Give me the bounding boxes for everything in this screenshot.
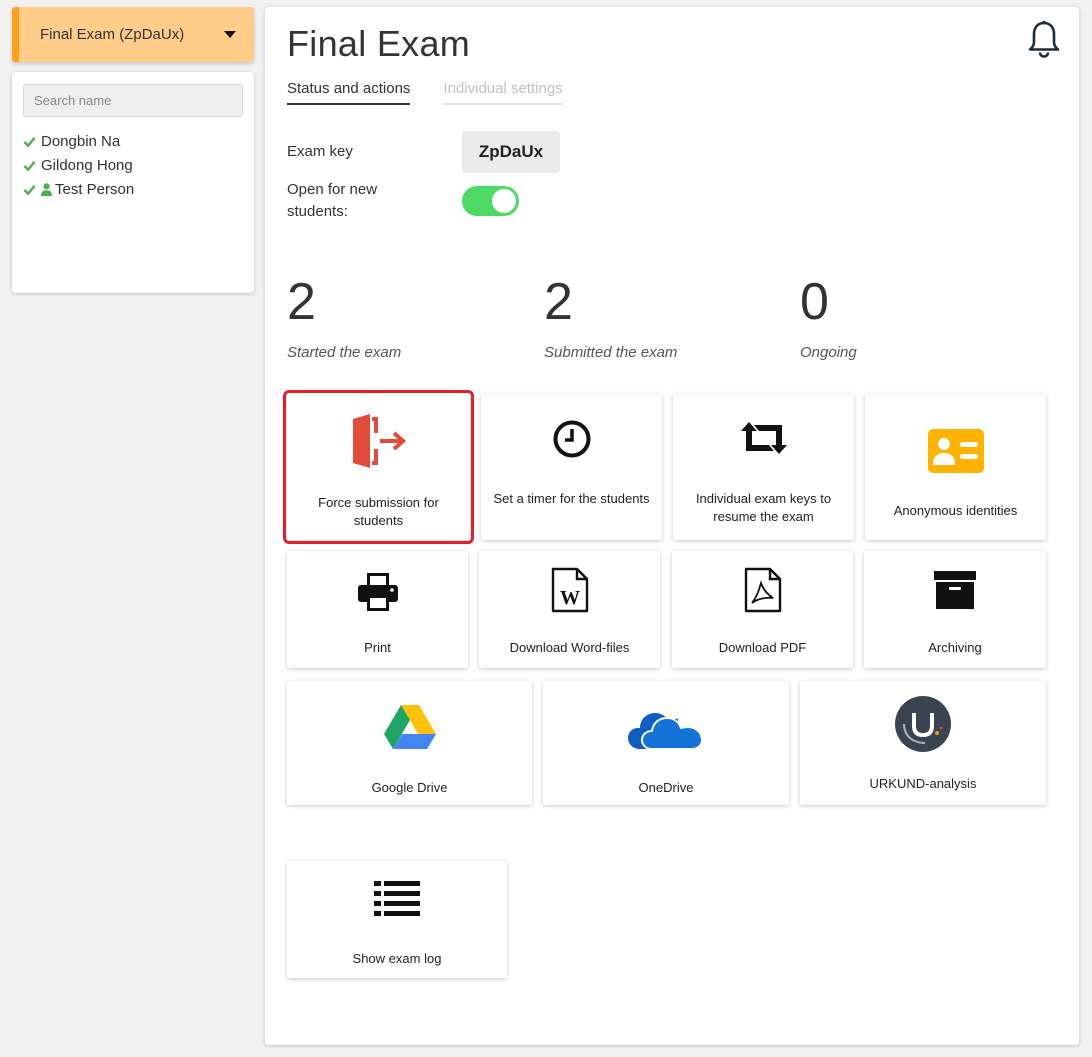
student-list-item[interactable]: Dongbin Na bbox=[23, 129, 243, 153]
page-title: Final Exam bbox=[287, 23, 471, 64]
check-icon bbox=[23, 136, 36, 147]
individual-exam-keys-button[interactable]: Individual exam keys to resume the exam bbox=[673, 394, 854, 540]
tile-label: Download PDF bbox=[718, 640, 807, 655]
tab-individual-settings[interactable]: Individual settings bbox=[443, 80, 563, 105]
onedrive-cloud-icon bbox=[628, 713, 704, 750]
tile-label: OneDrive bbox=[638, 780, 694, 795]
stat-caption: Started the exam bbox=[287, 344, 402, 361]
list-icon bbox=[374, 881, 420, 916]
tile-label: Google Drive bbox=[371, 780, 448, 795]
urkund-analysis-button[interactable]: URKUND-analysis bbox=[800, 681, 1046, 805]
check-icon bbox=[23, 160, 36, 171]
bell-icon[interactable] bbox=[1027, 20, 1061, 58]
user-icon bbox=[41, 182, 52, 196]
student-name: Test Person bbox=[55, 180, 135, 198]
search-name-input[interactable] bbox=[23, 84, 243, 117]
anonymous-identities-button[interactable]: Anonymous identities bbox=[865, 394, 1046, 540]
student-name: Gildong Hong bbox=[41, 156, 133, 174]
id-card-icon bbox=[927, 429, 984, 473]
exit-door-icon bbox=[352, 414, 406, 468]
tile-label: Anonymous identities bbox=[893, 503, 1018, 518]
google-drive-button[interactable]: Google Drive bbox=[287, 681, 532, 805]
show-exam-log-button[interactable]: Show exam log bbox=[287, 861, 507, 978]
toggle-knob bbox=[492, 189, 516, 213]
student-list-item[interactable]: Gildong Hong bbox=[23, 153, 243, 177]
check-icon bbox=[23, 184, 36, 195]
stat-value: 0 bbox=[800, 273, 829, 331]
exam-key-label: Exam key bbox=[287, 143, 353, 160]
tile-label: Archiving bbox=[928, 640, 982, 655]
tile-label: Force submission for students bbox=[318, 495, 439, 528]
tile-label: URKUND-analysis bbox=[869, 776, 977, 791]
tile-label: Print bbox=[364, 640, 391, 655]
stat-caption: Ongoing bbox=[800, 344, 857, 361]
tile-label: Download Word-files bbox=[509, 640, 630, 655]
svg-text:W: W bbox=[560, 587, 580, 609]
student-name: Dongbin Na bbox=[41, 132, 121, 150]
tab-bar: Status and actions Individual settings bbox=[287, 80, 563, 105]
caret-down-icon bbox=[224, 31, 236, 38]
open-for-new-students-toggle[interactable] bbox=[462, 186, 519, 216]
main-panel: Final Exam Status and actions Individual… bbox=[265, 7, 1079, 1045]
student-list: Dongbin Na Gildong Hong Test Person bbox=[23, 129, 243, 201]
exam-key-value: ZpDaUx bbox=[462, 131, 560, 173]
tab-status-and-actions[interactable]: Status and actions bbox=[287, 80, 411, 105]
stat-caption: Submitted the exam bbox=[544, 344, 678, 361]
force-submission-button[interactable]: Force submission for students bbox=[283, 390, 474, 544]
tile-label: Show exam log bbox=[352, 951, 442, 966]
tile-label: Individual exam keys to resume the exam bbox=[695, 491, 832, 524]
stat-ongoing: 0 Ongoing bbox=[800, 272, 857, 361]
stat-value: 2 bbox=[287, 273, 316, 331]
word-file-icon: W bbox=[551, 567, 588, 613]
download-word-button[interactable]: W Download Word-files bbox=[479, 551, 660, 668]
stat-started: 2 Started the exam bbox=[287, 272, 401, 361]
stat-submitted: 2 Submitted the exam bbox=[544, 272, 677, 361]
student-panel: Dongbin Na Gildong Hong Test Person bbox=[12, 72, 254, 293]
printer-icon bbox=[357, 573, 398, 611]
set-timer-button[interactable]: Set a timer for the students bbox=[481, 394, 662, 540]
clock-icon bbox=[553, 420, 590, 458]
retweet-icon bbox=[740, 422, 787, 454]
student-list-item[interactable]: Test Person bbox=[23, 177, 243, 201]
exam-selector-label: Final Exam (ZpDaUx) bbox=[40, 26, 185, 43]
stat-value: 2 bbox=[544, 273, 573, 331]
urkund-logo-icon bbox=[895, 696, 951, 752]
archive-box-icon bbox=[934, 571, 976, 609]
pdf-file-icon bbox=[744, 567, 781, 613]
exam-selector-dropdown[interactable]: Final Exam (ZpDaUx) bbox=[12, 7, 254, 62]
onedrive-button[interactable]: OneDrive bbox=[543, 681, 789, 805]
google-drive-icon bbox=[383, 705, 436, 749]
download-pdf-button[interactable]: Download PDF bbox=[672, 551, 853, 668]
tile-label: Set a timer for the students bbox=[493, 491, 650, 506]
archiving-button[interactable]: Archiving bbox=[864, 551, 1046, 668]
print-button[interactable]: Print bbox=[287, 551, 468, 668]
open-for-new-students-label: Open for new students: bbox=[287, 181, 378, 220]
